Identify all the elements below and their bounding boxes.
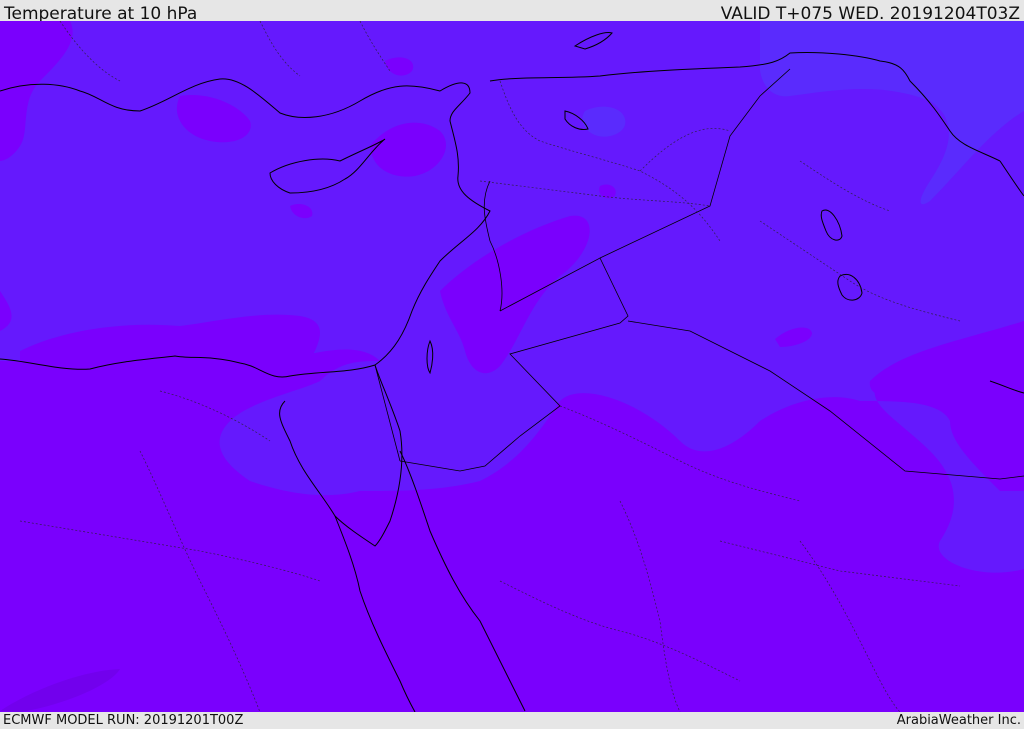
map-canvas bbox=[0, 21, 1024, 712]
weather-map[interactable] bbox=[0, 21, 1024, 712]
top-bar: Temperature at 10 hPa VALID T+075 WED. 2… bbox=[0, 0, 1024, 24]
bottom-bar: ECMWF MODEL RUN: 20191201T00Z ArabiaWeat… bbox=[0, 712, 1024, 729]
model-run: ECMWF MODEL RUN: 20191201T00Z bbox=[3, 713, 244, 728]
brand-label: ArabiaWeather Inc. bbox=[896, 713, 1021, 728]
